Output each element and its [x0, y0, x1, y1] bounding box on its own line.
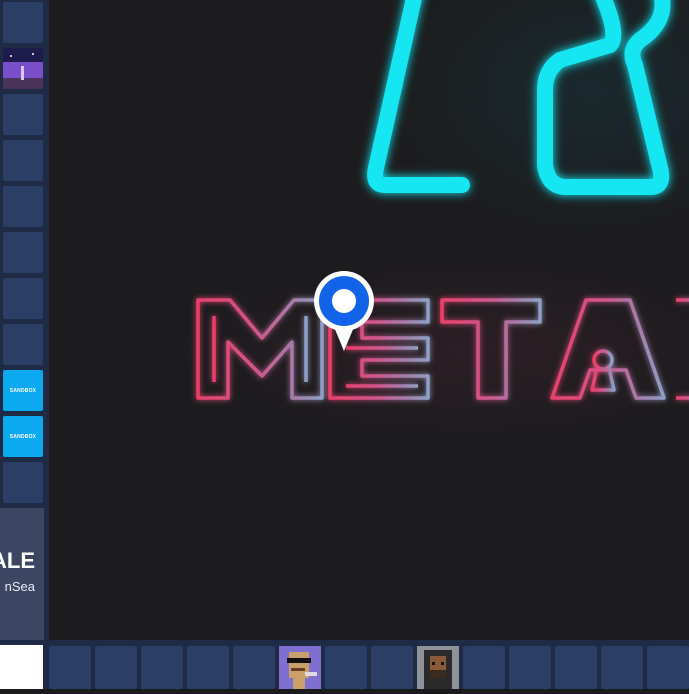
sandbox-logo: SANDBOX [9, 387, 37, 394]
sandbox-logo: SANDBOX [9, 433, 37, 440]
land-tile-image[interactable] [3, 48, 43, 89]
land-tile[interactable] [49, 646, 91, 689]
land-tile[interactable] [3, 278, 43, 319]
map-pin[interactable] [313, 271, 375, 353]
land-tile[interactable] [95, 646, 137, 689]
land-tile[interactable] [601, 646, 643, 689]
land-tile[interactable] [647, 646, 689, 689]
sandbox-tile[interactable]: SANDBOX [3, 416, 43, 457]
cyan-neon-sign [367, 0, 671, 195]
land-tile[interactable] [3, 324, 43, 365]
land-tile[interactable] [233, 646, 275, 689]
land-tile[interactable] [3, 94, 43, 135]
land-tile[interactable] [3, 140, 43, 181]
land-tile[interactable] [463, 646, 505, 689]
pixel-avatar-hoodie-icon [417, 646, 459, 689]
white-tile[interactable] [0, 645, 43, 689]
location-pin-icon [314, 271, 374, 351]
land-tile[interactable] [3, 2, 43, 43]
purple-scene-thumbnail-icon [3, 48, 43, 89]
land-tile[interactable] [3, 186, 43, 227]
pixel-avatar-sunglasses-icon [279, 646, 321, 689]
land-tile[interactable] [371, 646, 413, 689]
land-tile[interactable] [325, 646, 367, 689]
land-tile[interactable] [141, 646, 183, 689]
land-tile[interactable] [3, 462, 43, 503]
avatar-tile[interactable] [417, 646, 459, 689]
sandbox-tile[interactable]: SANDBOX [3, 370, 43, 411]
promo-headline: ALE [0, 548, 35, 573]
promo-banner[interactable]: ALE nSea [0, 508, 44, 640]
land-tile[interactable] [187, 646, 229, 689]
land-tile[interactable] [555, 646, 597, 689]
land-tile[interactable] [3, 232, 43, 273]
land-tile[interactable] [509, 646, 551, 689]
pink-neon-text [196, 298, 689, 400]
promo-source: nSea [4, 579, 35, 594]
avatar-tile[interactable] [279, 646, 321, 689]
